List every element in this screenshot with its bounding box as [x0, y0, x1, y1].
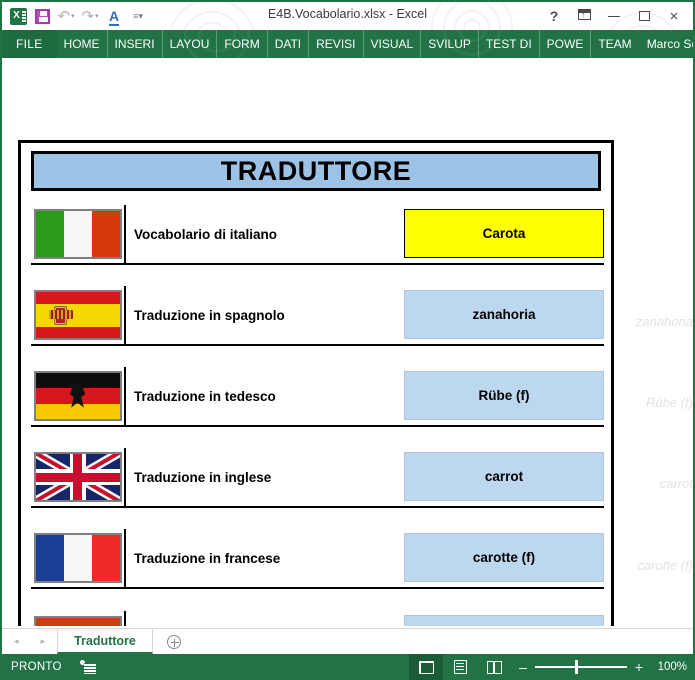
table-row: Traduzione in tedesco Rübe (f): [31, 367, 604, 427]
close-icon[interactable]: ×: [659, 3, 689, 29]
minimize-icon[interactable]: [599, 3, 629, 29]
account-name: Marco Se...: [646, 37, 693, 51]
tab-layout[interactable]: LAYOU: [163, 30, 218, 58]
translation-cell-german[interactable]: Rübe (f): [404, 371, 604, 420]
status-bar: PRONTO – + 100%: [2, 654, 693, 680]
maximize-icon[interactable]: [629, 3, 659, 29]
translation-cell-spanish[interactable]: zanahoria: [404, 290, 604, 339]
sheet-nav-arrows: ◂ ▸: [2, 629, 57, 654]
flag-cell: [31, 286, 126, 344]
table-row: Traduzione in spagnolo zanahoria: [31, 286, 604, 346]
flag-cell: [31, 367, 126, 425]
row-label: Traduzione in tedesco: [134, 388, 276, 404]
overflow-text-dutch: wortel (de): [618, 617, 693, 626]
zoom-in-button[interactable]: +: [633, 659, 645, 675]
zoom-slider[interactable]: [535, 660, 627, 675]
label-cell: Traduzione in inglese: [126, 448, 404, 506]
worksheet-canvas[interactable]: zanahoria Rübe (f) carrot carotte (f) wo…: [2, 58, 693, 626]
tab-data[interactable]: DATI: [268, 30, 310, 58]
translation-cell-french[interactable]: carotte (f): [404, 533, 604, 582]
tab-developer[interactable]: SVILUP: [421, 30, 479, 58]
prev-sheet-icon[interactable]: ◂: [14, 636, 19, 647]
zoom-slider-thumb[interactable]: [575, 660, 579, 675]
row-label: Traduzione in inglese: [134, 469, 272, 485]
row-label: Traduzione in spagnolo: [134, 307, 285, 323]
zoom-out-button[interactable]: –: [517, 659, 529, 675]
sheet-tab-bar: ◂ ▸ Traduttore: [2, 628, 693, 654]
ribbon-tabs: HOME INSERI LAYOU FORM DATI REVISI VISUA…: [57, 30, 639, 58]
flag-cell: [31, 205, 126, 263]
cell-value: carrot: [484, 469, 524, 484]
record-macro-icon[interactable]: [79, 660, 96, 674]
window-controls: ? ×: [539, 2, 689, 30]
ribbon-tab-strip: FILE HOME INSERI LAYOU FORM DATI REVISI …: [2, 30, 693, 58]
translation-cell-english[interactable]: carrot: [404, 452, 604, 501]
cell-value: zanahoria: [472, 307, 536, 322]
view-buttons: [409, 654, 511, 680]
ribbon-display-options-icon[interactable]: [569, 3, 599, 29]
normal-view-button[interactable]: [409, 654, 443, 680]
tab-review[interactable]: REVISI: [309, 30, 364, 58]
flag-cell: [31, 529, 126, 587]
flag-netherlands-icon: [33, 616, 122, 626]
tab-team[interactable]: TEAM: [591, 30, 638, 58]
cell-value: Rübe (f): [478, 388, 530, 403]
row-label: Traduzione in francese: [134, 550, 281, 566]
table-row: Traduzione in francese carotte (f): [31, 529, 604, 589]
overflow-text-spanish: zanahoria: [635, 313, 693, 329]
sheet-tab-traduttore[interactable]: Traduttore: [57, 629, 153, 654]
table-row: Traduzione in inglese carrot: [31, 448, 604, 508]
flag-italy-icon: [33, 209, 122, 259]
tab-formulas[interactable]: FORM: [217, 30, 268, 58]
overflow-text-english: carrot: [659, 475, 693, 491]
next-sheet-icon[interactable]: ▸: [41, 636, 46, 647]
table-row: Vocabolario di italiano Carota: [31, 205, 604, 265]
cell-value: carotte (f): [472, 550, 536, 565]
translation-cell-dutch[interactable]: wortel (de): [404, 615, 604, 626]
flag-uk-icon: [33, 452, 122, 502]
flag-spain-icon: [33, 290, 122, 340]
tab-file[interactable]: FILE: [2, 30, 57, 58]
flag-germany-icon: [33, 371, 122, 421]
page-layout-view-button[interactable]: [443, 654, 477, 680]
label-cell: Vocabolario di italiano: [126, 205, 404, 263]
page-title: TRADUTTORE: [220, 155, 412, 186]
excel-window: X ↶ ▾ ↷ ▾ A ≡▾ E4B.Vocabolario.xlsx - Exce…: [0, 0, 695, 680]
add-sheet-icon[interactable]: [153, 629, 195, 654]
source-word-cell[interactable]: Carota: [404, 209, 604, 258]
label-cell: Traduzione in spagnolo: [126, 286, 404, 344]
label-cell: Traduzione in francese: [126, 529, 404, 587]
overflow-text-german: Rübe (f): [646, 394, 693, 410]
status-text: PRONTO: [11, 661, 62, 673]
flag-cell: [31, 448, 126, 506]
cell-value: Carota: [482, 226, 526, 241]
translator-frame: TRADUTTORE Vocabolario di italiano Carot…: [18, 140, 614, 626]
tab-view[interactable]: VISUAL: [364, 30, 422, 58]
flag-france-icon: [33, 533, 122, 583]
row-label: Vocabolario di italiano: [134, 226, 278, 242]
overflow-text-french: carotte (f): [637, 557, 693, 573]
label-cell: Traduzione in tedesco: [126, 367, 404, 425]
tab-home[interactable]: HOME: [57, 30, 108, 58]
tab-power[interactable]: POWE: [540, 30, 592, 58]
flag-cell: [31, 611, 126, 626]
zoom-control: – +: [511, 659, 653, 675]
zoom-level[interactable]: 100%: [653, 661, 693, 673]
account-menu[interactable]: Marco Se... ▾: [639, 30, 693, 58]
table-row: Traduzione in olandese wortel (de): [31, 611, 604, 626]
banner: TRADUTTORE: [31, 151, 601, 191]
title-bar: X ↶ ▾ ↷ ▾ A ≡▾ E4B.Vocabolario.xlsx - Exce…: [2, 2, 693, 30]
tab-insert[interactable]: INSERI: [108, 30, 163, 58]
help-icon[interactable]: ?: [539, 3, 569, 29]
label-cell: Traduzione in olandese: [126, 611, 404, 626]
page-break-view-button[interactable]: [477, 654, 511, 680]
tab-test[interactable]: TEST DI: [479, 30, 540, 58]
